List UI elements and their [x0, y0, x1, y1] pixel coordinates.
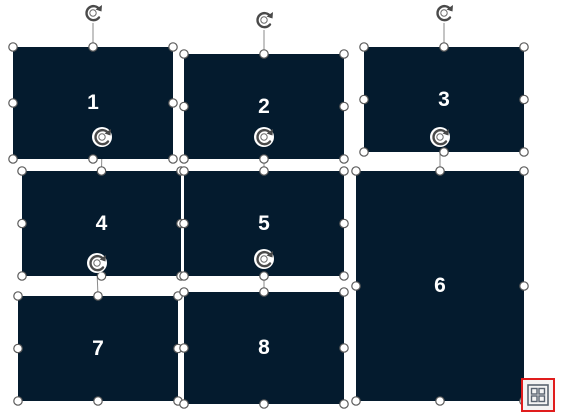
resize-handle-1-1[interactable] [88, 42, 98, 52]
rotate-handle-icon-5[interactable] [254, 127, 274, 147]
rotate-handle-icon-2[interactable] [254, 10, 274, 30]
resize-handle-8-0[interactable] [179, 287, 189, 297]
resize-handle-6-1[interactable] [435, 166, 445, 176]
resize-handle-4-3[interactable] [17, 218, 27, 229]
resize-handle-5-0[interactable] [179, 166, 189, 176]
resize-handle-6-0[interactable] [351, 166, 361, 176]
resize-handle-5-3[interactable] [179, 218, 189, 229]
resize-handle-1-2[interactable] [168, 42, 178, 52]
rotate-handle-icon-7[interactable] [87, 253, 107, 273]
resize-handle-7-3[interactable] [13, 343, 23, 354]
resize-handle-8-3[interactable] [179, 343, 189, 353]
resize-handle-8-4[interactable] [339, 343, 349, 353]
resize-handle-1-6[interactable] [88, 154, 98, 164]
resize-handle-8-2[interactable] [339, 287, 349, 297]
resize-handle-3-0[interactable] [359, 42, 369, 52]
resize-handle-5-1[interactable] [259, 166, 269, 176]
resize-handle-7-5[interactable] [13, 396, 23, 406]
resize-handle-2-4[interactable] [339, 101, 349, 112]
resize-handle-2-0[interactable] [179, 49, 189, 59]
resize-handle-2-1[interactable] [259, 49, 269, 59]
resize-handle-6-4[interactable] [519, 281, 529, 291]
design-ideas-grid-icon [527, 384, 549, 406]
resize-handle-5-5[interactable] [179, 271, 189, 281]
rotate-handle-icon-3[interactable] [434, 3, 454, 23]
resize-handle-3-2[interactable] [519, 42, 529, 52]
resize-handle-1-3[interactable] [8, 98, 18, 108]
resize-handle-6-2[interactable] [519, 166, 529, 176]
resize-handle-5-7[interactable] [339, 271, 349, 281]
resize-handle-3-3[interactable] [359, 94, 369, 105]
layout-options-button[interactable] [521, 378, 555, 412]
resize-handle-8-7[interactable] [339, 399, 349, 409]
resize-handle-1-0[interactable] [8, 42, 18, 52]
resize-handle-6-5[interactable] [351, 396, 361, 406]
resize-handle-6-3[interactable] [351, 281, 361, 291]
resize-handle-3-5[interactable] [359, 147, 369, 157]
rotate-handle-icon-6[interactable] [430, 127, 450, 147]
rotate-handle-icon-8[interactable] [254, 249, 274, 269]
resize-handle-6-6[interactable] [435, 396, 445, 406]
resize-handle-7-0[interactable] [13, 291, 23, 301]
resize-handle-2-7[interactable] [339, 154, 349, 164]
resize-handle-1-5[interactable] [8, 154, 18, 164]
resize-handle-8-1[interactable] [259, 287, 269, 297]
resize-handle-1-4[interactable] [168, 98, 178, 108]
resize-handle-3-4[interactable] [519, 94, 529, 105]
resize-handle-4-1[interactable] [96, 166, 107, 176]
resize-handle-7-1[interactable] [93, 291, 103, 301]
resize-handle-5-4[interactable] [339, 218, 349, 229]
resize-handle-3-1[interactable] [439, 42, 449, 52]
resize-handle-3-7[interactable] [519, 147, 529, 157]
resize-handle-5-2[interactable] [339, 166, 349, 176]
resize-handle-8-6[interactable] [259, 399, 269, 409]
resize-handle-2-6[interactable] [259, 154, 269, 164]
resize-handle-4-6[interactable] [96, 271, 107, 281]
resize-handle-1-7[interactable] [168, 154, 178, 164]
resize-handle-8-5[interactable] [179, 399, 189, 409]
resize-handle-2-5[interactable] [179, 154, 189, 164]
selection-handles-layer [8, 3, 529, 409]
resize-handle-5-6[interactable] [259, 271, 269, 281]
resize-handle-3-6[interactable] [439, 147, 449, 157]
rotate-handle-icon-4[interactable] [92, 127, 112, 147]
resize-handle-2-2[interactable] [339, 49, 349, 59]
rotate-handle-icon-1[interactable] [83, 3, 103, 23]
resize-handle-7-6[interactable] [93, 396, 103, 406]
resize-handle-2-3[interactable] [179, 101, 189, 112]
resize-handle-4-0[interactable] [17, 166, 27, 176]
resize-handle-4-5[interactable] [17, 271, 27, 281]
